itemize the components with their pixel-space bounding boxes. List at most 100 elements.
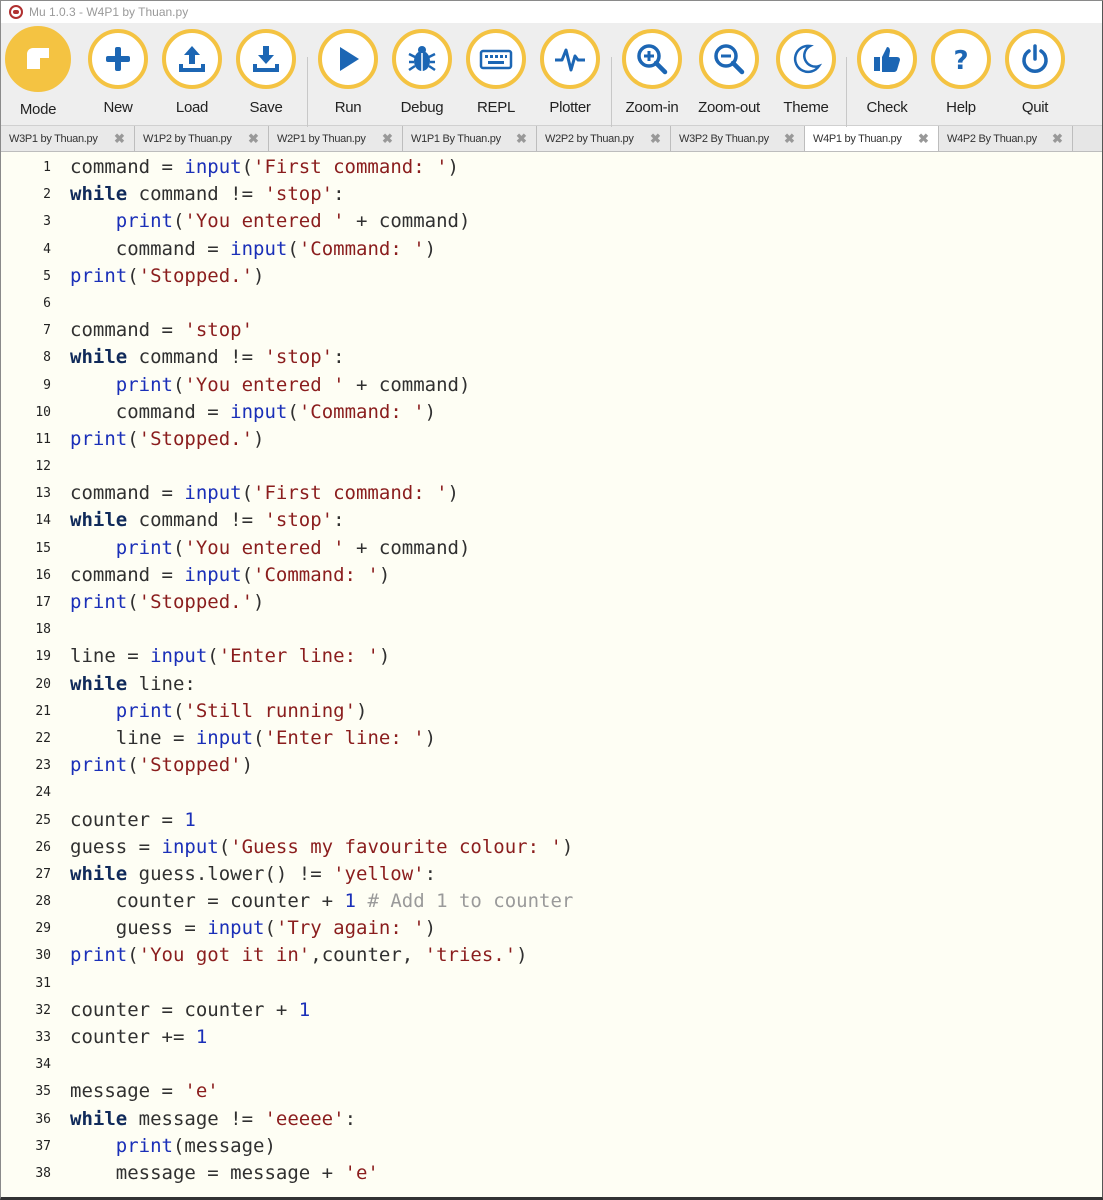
code-line[interactable]: print('Still running') bbox=[70, 698, 1102, 725]
close-icon[interactable]: ✖ bbox=[382, 132, 394, 145]
code-line[interactable]: while command != 'stop': bbox=[70, 507, 1102, 534]
code-line[interactable]: while message != 'eeeee': bbox=[70, 1106, 1102, 1133]
code-line[interactable]: print('You entered ' + command) bbox=[70, 208, 1102, 235]
line-number: 24 bbox=[35, 785, 51, 801]
tab-filename: W4P1 by Thuan.py bbox=[813, 132, 902, 145]
tab-filename: W2P2 by Thuan.py bbox=[545, 132, 634, 145]
code-line[interactable]: print('Stopped') bbox=[70, 752, 1102, 779]
code-line[interactable]: counter += 1 bbox=[70, 1024, 1102, 1051]
toolbar-separator bbox=[307, 57, 308, 127]
quit-button[interactable]: Quit bbox=[1000, 29, 1070, 116]
code-line[interactable]: command = input('Command: ') bbox=[70, 562, 1102, 589]
code-line[interactable]: line = input('Enter line: ') bbox=[70, 643, 1102, 670]
code-line[interactable]: counter = counter + 1 # Add 1 to counter bbox=[70, 888, 1102, 915]
line-number: 34 bbox=[35, 1057, 51, 1073]
file-tab[interactable]: W3P2 By Thuan.py ✖ bbox=[671, 126, 805, 151]
play-icon bbox=[318, 29, 378, 89]
code-line[interactable] bbox=[70, 779, 1102, 806]
line-number: 32 bbox=[35, 1002, 51, 1018]
code-line[interactable]: command = input('Command: ') bbox=[70, 236, 1102, 263]
code-line[interactable] bbox=[70, 616, 1102, 643]
code-line[interactable]: command = input('First command: ') bbox=[70, 480, 1102, 507]
close-icon[interactable]: ✖ bbox=[784, 132, 796, 145]
code-line[interactable]: while guess.lower() != 'yellow': bbox=[70, 861, 1102, 888]
zoom-out-icon bbox=[699, 29, 759, 89]
code-line[interactable]: counter = 1 bbox=[70, 807, 1102, 834]
toolbar-button-label: Debug bbox=[400, 99, 444, 116]
zoom-in-button[interactable]: Zoom-in bbox=[617, 29, 687, 116]
zoom-out-button[interactable]: Zoom-out bbox=[694, 29, 764, 116]
file-tab[interactable]: W4P2 By Thuan.py ✖ bbox=[939, 126, 1073, 151]
line-number: 3 bbox=[43, 214, 51, 230]
title-bar: Mu 1.0.3 - W4P1 by Thuan.py bbox=[1, 1, 1102, 23]
toolbar-button-label: Plotter bbox=[549, 99, 591, 116]
code-line[interactable]: line = input('Enter line: ') bbox=[70, 725, 1102, 752]
line-number: 25 bbox=[35, 812, 51, 828]
file-tab[interactable]: W2P1 by Thuan.py ✖ bbox=[269, 126, 403, 151]
new-button[interactable]: New bbox=[83, 29, 153, 116]
code-line[interactable]: while command != 'stop': bbox=[70, 344, 1102, 371]
code-line[interactable]: command = 'stop' bbox=[70, 317, 1102, 344]
code-line[interactable]: print('Stopped.') bbox=[70, 263, 1102, 290]
run-button[interactable]: Run bbox=[313, 29, 383, 116]
code-line[interactable]: while line: bbox=[70, 671, 1102, 698]
code-line[interactable]: command = input('First command: ') bbox=[70, 154, 1102, 181]
line-number: 18 bbox=[35, 622, 51, 638]
download-icon bbox=[236, 29, 296, 89]
code-line[interactable]: print('You got it in',counter, 'tries.') bbox=[70, 942, 1102, 969]
plotter-button[interactable]: Plotter bbox=[535, 29, 605, 116]
close-icon[interactable]: ✖ bbox=[248, 132, 260, 145]
mu-editor-window: Mu 1.0.3 - W4P1 by Thuan.py Mode New Load S… bbox=[0, 0, 1103, 1200]
theme-button[interactable]: Theme bbox=[771, 29, 841, 116]
code-line[interactable]: print('You entered ' + command) bbox=[70, 372, 1102, 399]
line-number: 26 bbox=[35, 839, 51, 855]
code-area[interactable]: command = input('First command: ') while … bbox=[59, 152, 1102, 1197]
code-line[interactable]: message = 'e' bbox=[70, 1078, 1102, 1105]
code-line[interactable] bbox=[70, 290, 1102, 317]
close-icon[interactable]: ✖ bbox=[918, 132, 930, 145]
line-number: 1 bbox=[43, 160, 51, 175]
code-line[interactable]: guess = input('Guess my favourite colour… bbox=[70, 834, 1102, 861]
mode-button[interactable]: Mode bbox=[3, 26, 73, 118]
thumbs-up-icon bbox=[857, 29, 917, 89]
file-tab[interactable]: W2P2 by Thuan.py ✖ bbox=[537, 126, 671, 151]
code-line[interactable]: print(message) bbox=[70, 1133, 1102, 1160]
line-number: 17 bbox=[35, 595, 51, 610]
line-number: 10 bbox=[35, 404, 51, 420]
toolbar-button-label: New bbox=[103, 99, 133, 116]
file-tab[interactable]: W4P1 by Thuan.py ✖ bbox=[805, 126, 939, 151]
power-icon bbox=[1005, 29, 1065, 89]
close-icon[interactable]: ✖ bbox=[516, 132, 528, 145]
debug-button[interactable]: Debug bbox=[387, 29, 457, 116]
code-line[interactable]: guess = input('Try again: ') bbox=[70, 915, 1102, 942]
close-icon[interactable]: ✖ bbox=[650, 132, 662, 145]
line-number: 7 bbox=[43, 323, 51, 339]
save-button[interactable]: Save bbox=[231, 29, 301, 116]
help-button[interactable]: ? Help bbox=[926, 29, 996, 116]
line-number: 20 bbox=[35, 676, 51, 692]
load-button[interactable]: Load bbox=[157, 29, 227, 116]
code-line[interactable]: command = input('Command: ') bbox=[70, 399, 1102, 426]
svg-text:?: ? bbox=[953, 46, 968, 76]
file-tab[interactable]: W1P1 By Thuan.py ✖ bbox=[403, 126, 537, 151]
code-line[interactable]: counter = counter + 1 bbox=[70, 997, 1102, 1024]
code-editor[interactable]: 1 2 3 4 5 6 7 8 9 10 11 12 13 14 15 16 17 18 19 20 21 22 23 24 2… bbox=[1, 152, 1102, 1197]
close-icon[interactable]: ✖ bbox=[114, 132, 126, 145]
code-line[interactable]: print('You entered ' + command) bbox=[70, 535, 1102, 562]
file-tab[interactable]: W3P1 by Thuan.py ✖ bbox=[1, 126, 135, 151]
tab-filename: W4P2 By Thuan.py bbox=[947, 132, 1037, 145]
code-line[interactable]: print('Stopped.') bbox=[70, 426, 1102, 453]
window-title: Mu 1.0.3 - W4P1 by Thuan.py bbox=[29, 5, 189, 19]
code-line[interactable]: while command != 'stop': bbox=[70, 181, 1102, 208]
code-line[interactable]: message = message + 'e' bbox=[70, 1160, 1102, 1187]
line-number: 38 bbox=[35, 1165, 51, 1181]
close-icon[interactable]: ✖ bbox=[1052, 132, 1064, 145]
code-line[interactable]: print('Stopped.') bbox=[70, 589, 1102, 616]
code-line[interactable] bbox=[70, 1051, 1102, 1078]
file-tab[interactable]: W1P2 by Thuan.py ✖ bbox=[135, 126, 269, 151]
code-line[interactable] bbox=[70, 453, 1102, 480]
code-line[interactable] bbox=[70, 970, 1102, 997]
repl-button[interactable]: REPL bbox=[461, 29, 531, 116]
line-number: 15 bbox=[35, 540, 51, 556]
check-button[interactable]: Check bbox=[852, 29, 922, 116]
